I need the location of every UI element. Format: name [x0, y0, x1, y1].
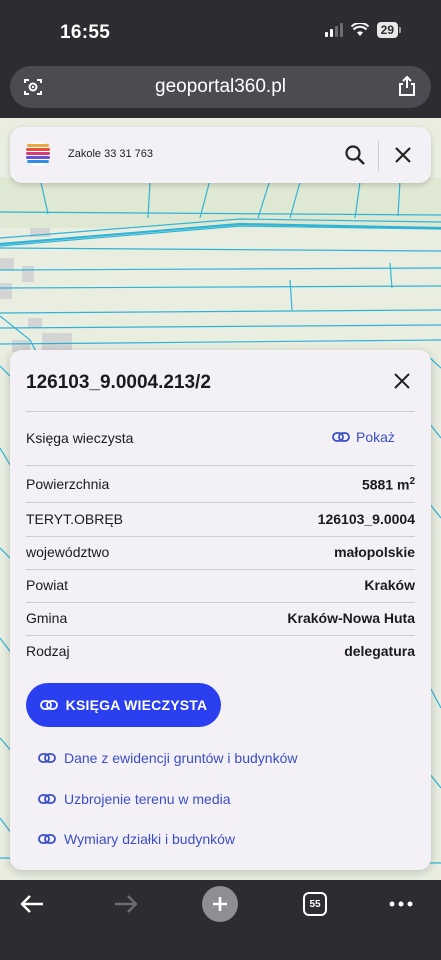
row-value: 5881 m2 [361, 476, 415, 493]
row-value: Kraków [364, 577, 415, 593]
info-row-voivodeship: województwo małopolskie [26, 536, 415, 569]
link-land-records[interactable]: Dane z ewidencji gruntów i budynków [38, 750, 297, 766]
arrow-left-icon [20, 895, 43, 913]
close-icon[interactable] [393, 145, 413, 165]
link-icon [39, 700, 58, 710]
link-icon [332, 432, 350, 442]
land-registry-show-label[interactable]: Pokaż [356, 429, 395, 445]
tabs-count: 55 [303, 892, 327, 916]
back-button[interactable] [18, 890, 46, 918]
info-row-teryt: TERYT.OBRĘB 126103_9.0004 [26, 503, 415, 536]
more-button[interactable] [388, 890, 414, 918]
search-icon[interactable] [344, 144, 366, 166]
cellular-signal-icon [324, 23, 343, 37]
link-icon [38, 834, 56, 844]
row-value: delegatura [344, 643, 415, 659]
forward-button[interactable] [112, 890, 140, 918]
search-divider [378, 141, 379, 171]
row-value: Kraków-Nowa Huta [287, 610, 415, 626]
battery-icon: 29 [376, 22, 401, 38]
arrow-right-icon [115, 895, 138, 913]
land-registry-button-label[interactable]: KSIĘGA WIECZYSTA [66, 697, 208, 713]
row-value: 126103_9.0004 [317, 511, 415, 527]
land-registry-label: Księga wieczysta [26, 430, 134, 446]
row-label: Gmina [26, 610, 68, 626]
search-input[interactable]: Zakole 33 31 763 [68, 148, 153, 160]
battery-level: 29 [376, 22, 398, 38]
info-row-type: Rodzaj delegatura [26, 635, 415, 668]
address-bar[interactable]: geoportal360.pl [10, 66, 431, 108]
land-registry-button[interactable]: KSIĘGA WIECZYSTA [26, 683, 221, 727]
new-tab-button[interactable] [202, 886, 238, 922]
close-icon[interactable] [392, 371, 412, 391]
row-value: małopolskie [334, 544, 415, 560]
browser-toolbar: 55 [0, 880, 441, 960]
land-registry-show-link[interactable]: Pokaż [332, 429, 395, 445]
link-icon [38, 753, 56, 763]
wifi-icon [350, 23, 369, 36]
geoportal-logo[interactable] [26, 141, 50, 167]
link-label[interactable]: Wymiary działki i budynków [64, 831, 235, 847]
link-label[interactable]: Uzbrojenie terenu w media [64, 791, 231, 807]
row-label: TERYT.OBRĘB [26, 511, 123, 527]
url-text[interactable]: geoportal360.pl [10, 76, 431, 98]
divider [26, 411, 415, 412]
link-utilities[interactable]: Uzbrojenie terenu w media [38, 791, 231, 807]
search-card: Zakole 33 31 763 [10, 127, 431, 183]
info-row-commune: Gmina Kraków-Nowa Huta [26, 602, 415, 635]
status-time: 16:55 [60, 22, 111, 43]
info-row-area: Powierzchnia 5881 m2 [26, 468, 415, 501]
plus-icon [202, 886, 238, 922]
row-label: Powierzchnia [26, 476, 110, 492]
row-label: Rodzaj [26, 643, 70, 659]
link-label[interactable]: Dane z ewidencji gruntów i budynków [64, 750, 297, 766]
row-label: Powiat [26, 577, 69, 593]
parcel-title: 126103_9.0004.213/2 [26, 372, 211, 393]
share-icon[interactable] [397, 75, 417, 97]
tabs-button[interactable]: 55 [302, 890, 328, 918]
status-icons: 29 [324, 22, 401, 38]
divider [26, 465, 415, 466]
link-dimensions[interactable]: Wymiary działki i budynków [38, 831, 235, 847]
row-label: województwo [26, 544, 110, 560]
link-icon [38, 794, 56, 804]
more-icon [389, 901, 413, 907]
parcel-info-panel: 126103_9.0004.213/2 Księga wieczysta Pok… [10, 350, 431, 870]
info-row-county: Powiat Kraków [26, 569, 415, 602]
status-bar: 16:55 29 [0, 0, 441, 64]
